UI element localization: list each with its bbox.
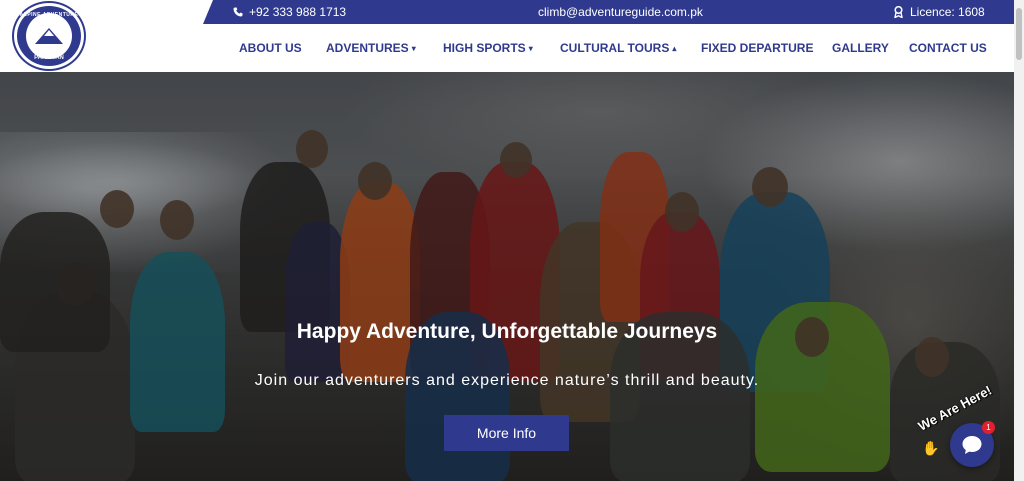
email-address: climb@adventureguide.com.pk [538,5,703,19]
hero-title: Happy Adventure, Unforgettable Journeys [296,320,718,343]
chevron-down-icon: ▾ [528,43,533,53]
nav-gallery[interactable]: GALLERY [832,41,889,55]
site-logo[interactable]: ALPINE ADVENTURE GUIDES PAKISTAN [14,3,84,69]
chevron-down-icon: ▾ [411,43,416,53]
logo-top-text: ALPINE ADVENTURE GUIDES [19,12,79,24]
nav-label: CONTACT US [909,41,987,55]
nav-about-us[interactable]: ABOUT US [239,41,302,55]
chat-unread-badge: 1 [982,421,995,434]
chevron-up-icon: ▴ [672,43,677,53]
main-nav: ABOUT US ADVENTURES ▾ HIGH SPORTS ▾ CULT… [0,41,1014,57]
waving-hand-icon: ✋ [922,440,940,456]
nav-label: CULTURAL TOURS [560,41,670,55]
nav-label: HIGH SPORTS [443,41,526,55]
phone-icon [233,7,243,17]
email-contact[interactable]: climb@adventureguide.com.pk [538,5,703,19]
site-header: ALPINE ADVENTURE GUIDES PAKISTAN +92 333… [0,0,1014,72]
nav-label: ADVENTURES [326,41,409,55]
badge-icon [894,6,903,18]
licence-text: Licence: 1608 [910,5,985,19]
nav-fixed-departure[interactable]: FIXED DEPARTURE [701,41,813,55]
contact-bar: +92 333 988 1713 climb@adventureguide.co… [203,0,1014,24]
nav-contact-us[interactable]: CONTACT US [909,41,987,55]
chat-bubble-icon [962,436,982,454]
scrollbar-thumb[interactable] [1016,8,1022,60]
nav-label: ABOUT US [239,41,302,55]
hero-subtitle: Join our adventurers and experience natu… [254,372,760,389]
nav-high-sports[interactable]: HIGH SPORTS ▾ [443,41,533,55]
more-info-button[interactable]: More Info [444,415,569,451]
nav-cultural-tours[interactable]: CULTURAL TOURS ▴ [560,41,676,55]
nav-adventures[interactable]: ADVENTURES ▾ [326,41,416,55]
licence-info: Licence: 1608 [893,5,985,19]
hero-banner: Happy Adventure, Unforgettable Journeys … [0,72,1014,481]
nav-label: GALLERY [832,41,889,55]
nav-label: FIXED DEPARTURE [701,41,814,55]
phone-number: +92 333 988 1713 [249,5,347,19]
phone-contact[interactable]: +92 333 988 1713 [233,5,346,19]
page: ALPINE ADVENTURE GUIDES PAKISTAN +92 333… [0,0,1024,481]
page-scrollbar[interactable] [1014,0,1024,481]
